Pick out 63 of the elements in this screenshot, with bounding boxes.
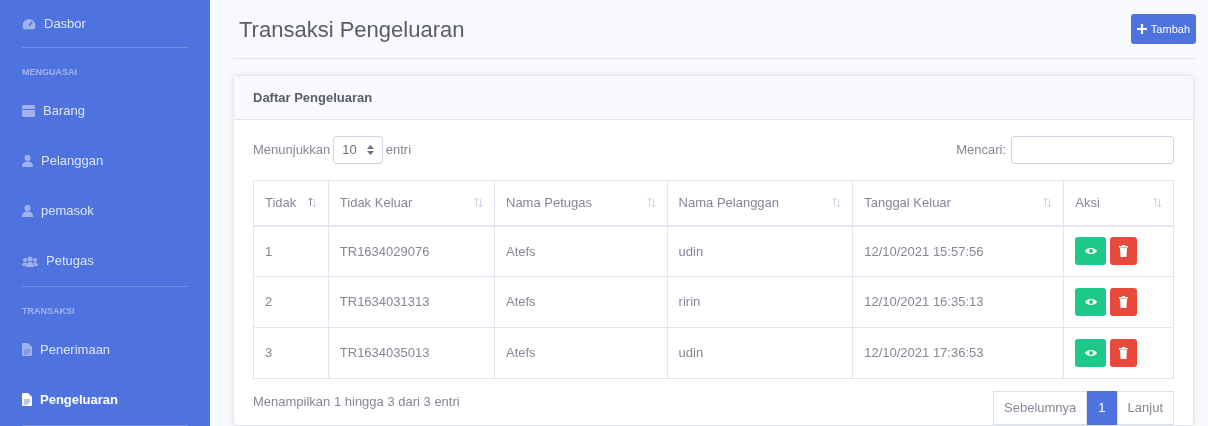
table-cell: 12/10/2021 15:57:56 (852, 225, 1064, 277)
box-icon (22, 104, 35, 117)
delete-button[interactable] (1110, 288, 1138, 316)
search-label: Mencari: (956, 141, 1006, 160)
users-icon (22, 255, 38, 267)
table-cell: Atefs (494, 225, 668, 277)
length-label: Menunjukkan (253, 141, 331, 160)
eye-icon (1084, 247, 1097, 256)
user-icon (22, 154, 33, 167)
card-title: Daftar Pengeluaran (253, 88, 373, 107)
view-button[interactable] (1075, 237, 1107, 266)
column-header[interactable]: Tidak (253, 180, 329, 226)
table-cell: ririn (667, 276, 853, 328)
table-cell: TR1634029076 (328, 225, 495, 277)
table-cell: 1 (253, 225, 329, 277)
table-cell: 12/10/2021 16:35:13 (852, 276, 1064, 328)
page-button[interactable]: Lanjut (1116, 391, 1174, 425)
trash-icon (1119, 296, 1129, 308)
sidebar-heading: TRANSAKSI (22, 305, 76, 319)
delete-button[interactable] (1110, 237, 1138, 266)
trash-icon (1119, 245, 1129, 258)
sidebar-item[interactable]: pemasok (22, 185, 188, 237)
table-cell: TR1634031313 (328, 276, 495, 328)
gauge-icon (22, 17, 36, 30)
trash-icon (1119, 347, 1129, 359)
document-icon (22, 343, 32, 357)
table-cell: 2 (253, 276, 329, 328)
page-button[interactable]: Sebelumnya (993, 391, 1088, 425)
table-cell: udin (667, 327, 853, 379)
sidebar-item[interactable]: Dasbor (22, 0, 188, 48)
entries-select[interactable]: 10 (333, 136, 383, 164)
column-header[interactable]: Tidak Keluar (328, 180, 495, 226)
add-button[interactable]: Tambah (1130, 14, 1196, 44)
table-cell: udin (667, 225, 853, 277)
search-field[interactable] (1011, 136, 1174, 164)
column-header[interactable]: Nama Pelanggan (667, 180, 853, 226)
sidebar-item[interactable]: Pengeluaran (22, 374, 188, 425)
sidebar-item[interactable]: Petugas (22, 236, 188, 287)
column-header[interactable]: Nama Petugas (494, 180, 668, 226)
table-cell: 3 (253, 327, 329, 379)
table-cell: TR1634035013 (328, 327, 495, 379)
sidebar-item[interactable]: Penerimaan (22, 324, 188, 375)
table-cell: 12/10/2021 17:36:53 (852, 327, 1064, 379)
column-header[interactable]: Tanggal Keluar (852, 180, 1064, 226)
user-icon (22, 205, 33, 217)
view-button[interactable] (1075, 339, 1107, 367)
view-button[interactable] (1075, 288, 1107, 316)
table-cell: Atefs (494, 327, 668, 379)
table-info: Menampilkan 1 hingga 3 dari 3 entri (253, 393, 460, 412)
select-arrows-icon (366, 145, 374, 155)
page-button[interactable]: 1 (1087, 391, 1117, 425)
table-cell: Atefs (494, 276, 668, 328)
eye-icon (1084, 298, 1097, 306)
length-label: entri (385, 141, 412, 160)
page-title: Transaksi Pengeluaran (238, 15, 465, 44)
document-icon (22, 393, 32, 407)
column-header[interactable]: Aksi (1063, 180, 1174, 226)
sidebar-item[interactable]: Pelanggan (22, 135, 188, 186)
sidebar-item[interactable]: Barang (22, 85, 188, 136)
plus-icon (1136, 24, 1147, 34)
eye-icon (1084, 349, 1097, 357)
delete-button[interactable] (1110, 339, 1138, 367)
sidebar-heading: MENGUASAI (22, 66, 78, 80)
